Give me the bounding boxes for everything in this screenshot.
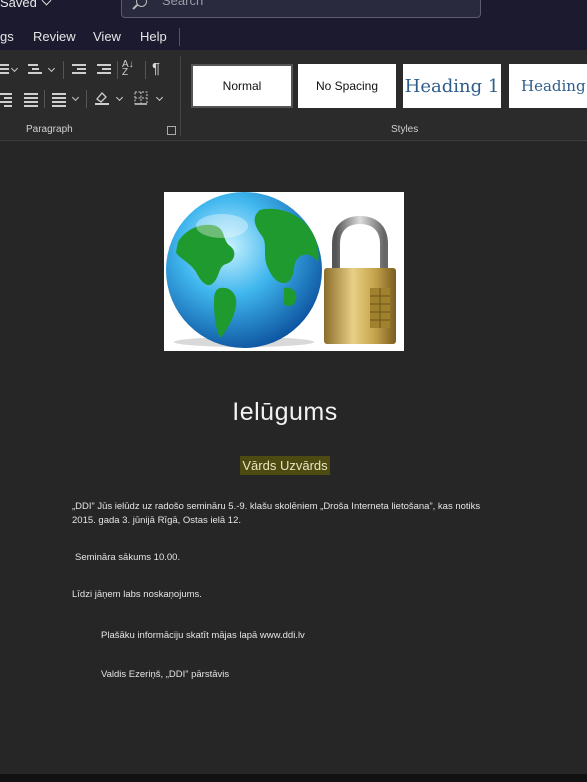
menu-divider bbox=[179, 28, 180, 46]
ribbon-divider bbox=[117, 61, 118, 79]
style-no-spacing-label: No Spacing bbox=[315, 79, 379, 93]
style-normal-label: Normal bbox=[222, 79, 262, 93]
more-info-paragraph: Plašāku informāciju skatīt mājas lapā ww… bbox=[101, 630, 305, 641]
style-heading-2-label: Heading bbox=[521, 77, 586, 95]
show-formatting-icon[interactable]: ¶ bbox=[152, 60, 160, 77]
style-heading-1-label: Heading 1 bbox=[404, 75, 500, 97]
bullets-icon[interactable] bbox=[0, 64, 9, 76]
globe-lock-image[interactable] bbox=[164, 192, 404, 351]
ribbon: A↓ Z ¶ Paragraph Normal No Spacing Headin… bbox=[0, 50, 587, 140]
document-title: Ielūgums bbox=[232, 398, 338, 426]
title-bar: Saved Search bbox=[0, 0, 587, 22]
style-no-spacing[interactable]: No Spacing bbox=[298, 64, 396, 108]
save-status[interactable]: Saved bbox=[0, 0, 52, 10]
chevron-down-icon[interactable] bbox=[71, 93, 80, 102]
seminar-start-paragraph: Semināra sākums 10.00. bbox=[75, 552, 181, 563]
dialog-launcher-icon[interactable] bbox=[167, 126, 176, 135]
decrease-indent-icon[interactable] bbox=[72, 64, 86, 76]
save-status-label: Saved bbox=[0, 0, 37, 10]
ribbon-divider bbox=[44, 90, 45, 108]
chevron-down-icon[interactable] bbox=[10, 64, 19, 73]
ribbon-group-divider bbox=[180, 56, 181, 136]
chevron-down-icon bbox=[41, 0, 52, 6]
tab-view[interactable]: View bbox=[93, 29, 121, 44]
tab-settings-partial[interactable]: gs bbox=[0, 29, 14, 44]
shading-icon[interactable] bbox=[94, 90, 110, 106]
chevron-down-icon[interactable] bbox=[155, 93, 164, 102]
ribbon-divider bbox=[86, 90, 87, 108]
borders-icon[interactable] bbox=[134, 91, 148, 105]
invitation-paragraph: „DDI” Jūs ielūdz uz radošo semināru 5.-9… bbox=[72, 501, 481, 526]
tab-review[interactable]: Review bbox=[33, 29, 76, 44]
paragraph-group-label: Paragraph bbox=[26, 124, 73, 135]
name-field: Vārds Uzvārds bbox=[0, 456, 570, 475]
tab-help[interactable]: Help bbox=[140, 29, 167, 44]
sort-icon[interactable]: A↓ Z bbox=[122, 60, 140, 78]
justify-icon[interactable] bbox=[24, 93, 38, 107]
style-normal[interactable]: Normal bbox=[191, 64, 293, 108]
chevron-down-icon[interactable] bbox=[47, 64, 56, 73]
line-spacing-icon[interactable] bbox=[52, 93, 66, 107]
search-placeholder: Search bbox=[162, 0, 204, 8]
increase-indent-icon[interactable] bbox=[97, 64, 111, 76]
multilevel-list-icon[interactable] bbox=[28, 64, 42, 76]
status-bar bbox=[0, 774, 587, 782]
style-heading-1[interactable]: Heading 1 bbox=[403, 64, 501, 108]
menu-bar: gs Review View Help bbox=[0, 22, 587, 50]
ribbon-divider bbox=[145, 61, 146, 79]
name-placeholder[interactable]: Vārds Uzvārds bbox=[240, 456, 330, 475]
mood-paragraph: Līdzi jāņem labs noskaņojums. bbox=[72, 589, 202, 600]
search-icon bbox=[136, 0, 147, 7]
align-right-icon[interactable] bbox=[0, 93, 12, 107]
style-heading-2[interactable]: Heading bbox=[509, 64, 587, 108]
search-input[interactable]: Search bbox=[121, 0, 481, 18]
chevron-down-icon[interactable] bbox=[115, 93, 124, 102]
styles-group-label: Styles bbox=[391, 124, 419, 135]
ribbon-divider bbox=[63, 61, 64, 79]
signature-paragraph: Valdis Ezeriņš, „DDI” pārstāvis bbox=[101, 669, 230, 680]
document-top-border bbox=[0, 140, 587, 141]
